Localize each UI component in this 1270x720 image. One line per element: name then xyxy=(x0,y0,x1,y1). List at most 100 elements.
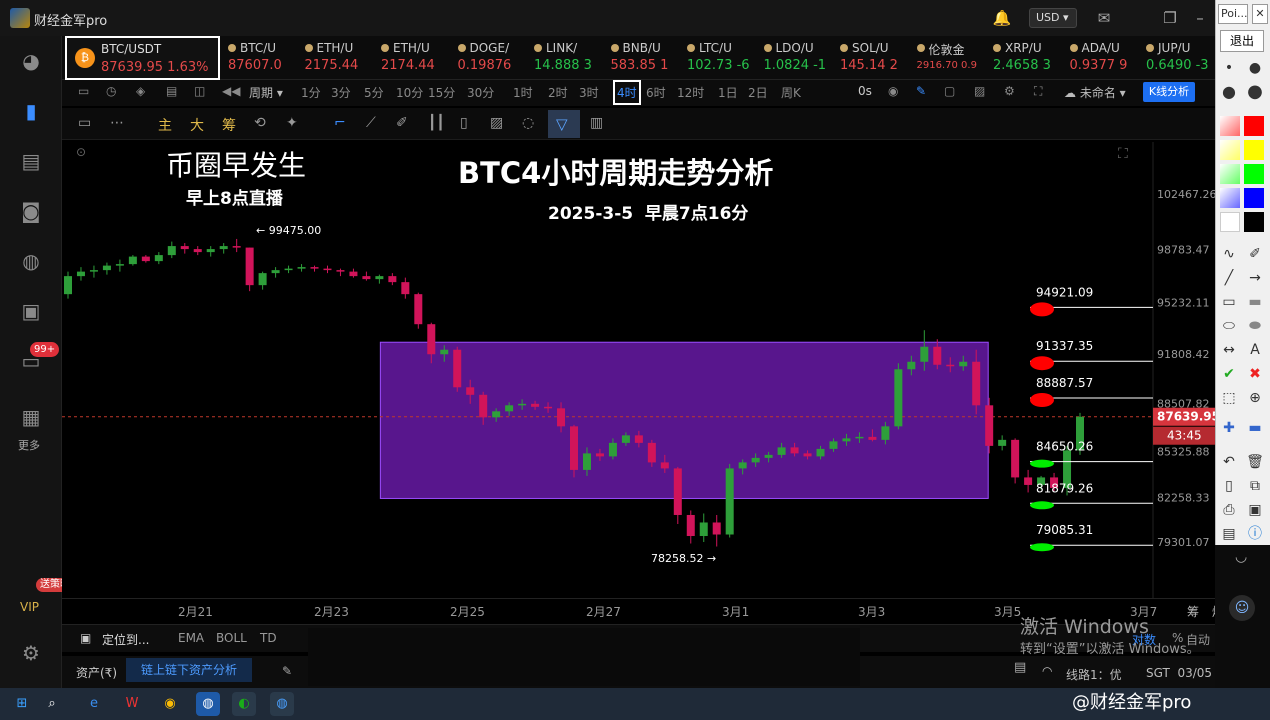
copy-icon[interactable]: ⧉ xyxy=(1244,476,1266,496)
bell-icon[interactable]: 🔔 xyxy=(992,8,1012,28)
exit-button[interactable]: 退出 xyxy=(1220,30,1264,52)
timeframe-3[interactable]: 10分 xyxy=(396,84,423,101)
ticker-item[interactable]: LTC/U 102.73 -6 xyxy=(687,36,761,80)
minimize-icon[interactable]: – xyxy=(1190,8,1210,28)
kline-analysis-button[interactable]: K线分析 xyxy=(1143,82,1195,102)
ticker-item[interactable]: LINK/14.888 3 xyxy=(534,36,608,80)
timeframe-7[interactable]: 2时 xyxy=(548,84,568,101)
yellow-swatch[interactable] xyxy=(1244,140,1264,160)
more-grid-icon[interactable]: ▦ xyxy=(18,404,44,430)
ticker-item[interactable]: ETH/U 2174.44 xyxy=(381,36,455,80)
rectangle-icon[interactable]: ▭ xyxy=(1218,292,1240,312)
ticker-item[interactable]: ADA/U 0.9377 9 xyxy=(1069,36,1144,80)
double-arrow-icon[interactable]: ↔ xyxy=(1218,340,1240,360)
chip-indicator-button[interactable]: 筹 xyxy=(222,115,236,135)
curve-icon[interactable]: ∿ xyxy=(1218,244,1240,264)
news-icon[interactable]: ▤ xyxy=(18,148,44,174)
chrome-icon[interactable]: ◉ xyxy=(158,692,182,716)
ticker-item[interactable]: ETH/U 2175.44 xyxy=(304,36,379,80)
plus-icon[interactable]: ✚ xyxy=(1218,418,1240,438)
timeframe-12[interactable]: 1日 xyxy=(718,84,738,101)
check-icon[interactable]: ✔ xyxy=(1218,364,1240,384)
vip-label[interactable]: VIP xyxy=(20,600,39,614)
chip-label[interactable]: 筹 xyxy=(1187,603,1199,620)
timeframe-4[interactable]: 15分 xyxy=(428,84,455,101)
filled-ellipse-icon[interactable]: ⬬ xyxy=(1244,316,1266,336)
window-restore-icon[interactable]: ❐ xyxy=(1160,8,1180,28)
locate-button[interactable]: 定位到... xyxy=(102,631,149,648)
headset-icon[interactable]: ◡ xyxy=(1235,549,1247,565)
gear-icon[interactable]: ⚙ xyxy=(1004,84,1015,98)
layout-icon[interactable]: ◫ xyxy=(194,84,205,98)
new-file-icon[interactable]: ▯ xyxy=(1218,476,1240,496)
white-swatch[interactable] xyxy=(1220,212,1240,232)
refresh-doc-icon[interactable]: ⟲ xyxy=(254,115,266,131)
timeframe-8[interactable]: 3时 xyxy=(579,84,599,101)
calendar-icon[interactable]: ▤ xyxy=(166,84,177,98)
small-dot-icon[interactable]: • xyxy=(1218,58,1240,78)
expand-icon[interactable]: ⛶ xyxy=(1118,146,1128,162)
delete-icon[interactable]: 🗑 xyxy=(1244,452,1266,472)
timeframe-2[interactable]: 5分 xyxy=(364,84,384,101)
blue-swatch[interactable] xyxy=(1244,188,1264,208)
close-icon[interactable]: ✕ xyxy=(1252,4,1268,24)
pen-icon[interactable]: ✎ xyxy=(916,84,926,98)
doc-icon[interactable]: ▤ xyxy=(1014,660,1026,675)
globe-icon[interactable]: ◕ xyxy=(18,48,44,74)
ticker-item[interactable]: LDO/U 1.0824 -1 xyxy=(763,36,838,80)
wechat-icon[interactable]: ◐ xyxy=(232,692,256,716)
assistant-avatar[interactable]: ☺ xyxy=(1229,595,1255,621)
ticker-item[interactable]: SOL/U 145.14 2 xyxy=(840,36,914,80)
export-icon[interactable]: ▤ xyxy=(1218,524,1240,544)
candles-icon[interactable]: ┃┃ xyxy=(428,115,445,131)
edit-icon[interactable]: ▨ xyxy=(490,115,503,131)
crop-icon[interactable]: ⌐ xyxy=(334,115,346,131)
eraser-icon[interactable]: ✐ xyxy=(1244,244,1266,264)
locate-icon[interactable]: ▣ xyxy=(80,631,91,645)
more-dots-icon[interactable]: ⋯ xyxy=(110,115,124,131)
select-area-icon[interactable]: ⬚ xyxy=(1218,388,1240,408)
ruler-icon[interactable]: ⟋ xyxy=(366,115,376,131)
light-blue-swatch[interactable] xyxy=(1220,188,1240,208)
poi-input[interactable]: Poi... xyxy=(1218,4,1248,24)
collapse-icon[interactable]: ⊙ xyxy=(76,145,86,159)
browser-icon[interactable]: ◍ xyxy=(270,692,294,716)
period-dropdown[interactable]: 周期 ▾ xyxy=(249,84,283,101)
magic-icon[interactable]: ✦ xyxy=(286,115,298,131)
main-indicator-button[interactable]: 主 xyxy=(158,115,172,135)
arrow-icon[interactable]: → xyxy=(1244,268,1266,288)
big-indicator-button[interactable]: 大 xyxy=(190,115,204,135)
timeframe-13[interactable]: 2日 xyxy=(748,84,768,101)
layout-name-dropdown[interactable]: ☁ 未命名 ▾ xyxy=(1064,84,1126,101)
cross-icon[interactable]: ✖ xyxy=(1244,364,1266,384)
black-swatch[interactable] xyxy=(1244,212,1264,232)
info-icon[interactable]: ⓘ xyxy=(1244,524,1266,544)
timeframe-11[interactable]: 12时 xyxy=(677,84,704,101)
print-icon[interactable]: ⎙ xyxy=(1218,500,1240,520)
filled-rectangle-icon[interactable]: ▬ xyxy=(1244,292,1266,312)
ticker-item[interactable]: XRP/U 2.4658 3 xyxy=(993,36,1067,80)
asset-edit-icon[interactable]: ✎ xyxy=(282,664,292,678)
ticker-item[interactable]: JUP/U 0.6490 -3 xyxy=(1146,36,1220,80)
timeframe-14[interactable]: 周K xyxy=(781,84,801,101)
chart-type-icon[interactable]: ▭ xyxy=(78,84,89,98)
green-swatch[interactable] xyxy=(1244,164,1264,184)
rewind-icon[interactable]: ◀◀ xyxy=(222,84,240,98)
filter-button[interactable]: ▽ xyxy=(548,110,580,138)
light-red-swatch[interactable] xyxy=(1220,116,1240,136)
chart-bars-icon[interactable]: ▮ xyxy=(18,98,44,124)
td-button[interactable]: TD xyxy=(260,631,277,645)
wps-icon[interactable]: W xyxy=(120,692,144,716)
save-icon[interactable]: ▣ xyxy=(1244,500,1266,520)
large-dot-icon[interactable]: ● xyxy=(1218,82,1240,102)
line-icon[interactable]: ╱ xyxy=(1218,268,1240,288)
robot-icon[interactable]: ◙ xyxy=(18,198,44,224)
ticker-item[interactable]: BTC/U 87607.0 xyxy=(228,36,302,80)
currency-select[interactable]: USD ▾ xyxy=(1029,8,1077,28)
more-label[interactable]: 更多 xyxy=(18,437,40,453)
text-icon[interactable]: A xyxy=(1244,340,1266,360)
windows-start-icon[interactable]: ⊞ xyxy=(10,692,34,716)
timeframe-10[interactable]: 6时 xyxy=(646,84,666,101)
clock-icon[interactable]: ◷ xyxy=(106,84,116,98)
ema-button[interactable]: EMA xyxy=(178,631,204,645)
